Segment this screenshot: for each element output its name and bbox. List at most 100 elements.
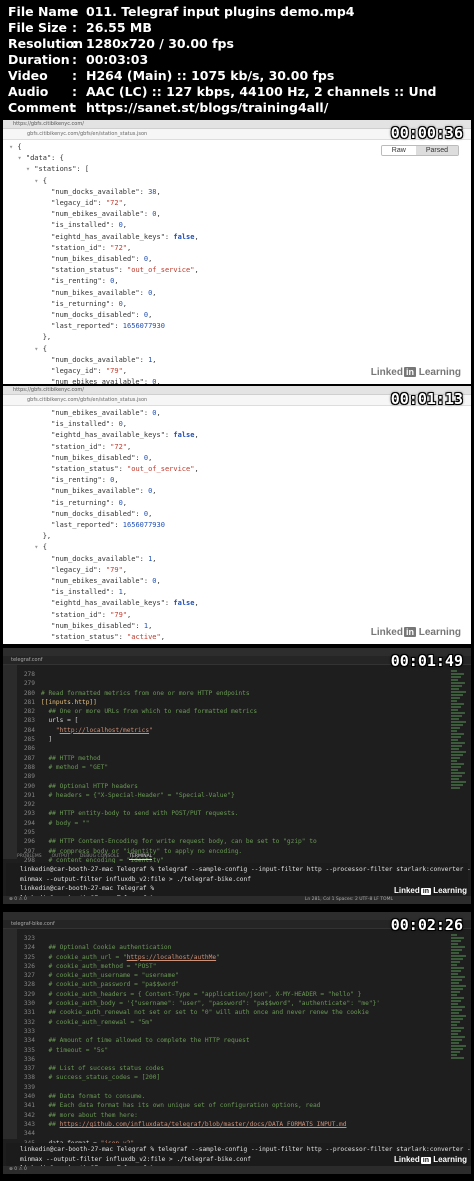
- info-separator: :: [72, 36, 77, 51]
- json-line: "last_reported": 1656077930: [9, 521, 165, 530]
- code-line: 291 # headers = {"X-Special-Header" = "S…: [17, 791, 317, 800]
- info-key: Comment: [8, 100, 76, 115]
- info-key: File Size: [8, 20, 67, 35]
- code-editor[interactable]: 323 324 ## Optional Cookie authentication…: [17, 934, 380, 1157]
- code-editor[interactable]: 278 279 280 # Read formatted metrics from o…: [17, 670, 317, 884]
- minimap-line: [451, 982, 459, 984]
- json-line: "eightd_has_available_keys": false,: [9, 431, 199, 440]
- line-number: 339: [23, 1083, 35, 1091]
- line-number: 285: [23, 736, 35, 744]
- minimap-line: [451, 736, 461, 738]
- info-row-file-size: File Size:26.55 MB: [8, 20, 466, 36]
- minimap-line: [451, 772, 465, 774]
- json-line: "num_docks_available": 1,: [9, 554, 157, 563]
- minimap-line: [451, 1030, 461, 1032]
- info-value: https://sanet.st/blogs/training4all/: [86, 100, 329, 115]
- line-number: 283: [23, 717, 35, 725]
- minimap-line: [451, 973, 458, 975]
- minimap-line: [451, 967, 464, 969]
- minimap-line: [451, 724, 463, 726]
- minimap-line: [451, 676, 461, 678]
- info-value: AAC (LC) :: 127 kbps, 44100 Hz, 2 channe…: [86, 84, 437, 99]
- json-line: "station_id": "72",: [9, 442, 132, 451]
- line-number: 340: [23, 1093, 35, 1101]
- json-line: "station_status": "out_of_service",: [9, 266, 199, 275]
- terminal-line: linkedin@car-booth-27-mac Telegraf % tel…: [20, 1146, 471, 1153]
- panel-tab-terminal[interactable]: TERMINAL: [129, 854, 153, 860]
- minimap[interactable]: [451, 934, 467, 1060]
- minimap-line: [451, 1057, 464, 1059]
- view-toggle: Raw Parsed: [380, 145, 459, 156]
- code-line: 339: [17, 1083, 380, 1092]
- linkedin-learning-watermark: Linked in Learning: [370, 367, 461, 378]
- minimap[interactable]: [451, 670, 467, 790]
- code-line: 323: [17, 934, 380, 943]
- json-line: "is_renting": 0,: [9, 277, 119, 286]
- line-number: 286: [23, 745, 35, 753]
- minimap-line: [451, 733, 464, 735]
- panel-tab-output[interactable]: OUTPUT: [52, 854, 70, 859]
- line-number: 333: [23, 1027, 35, 1035]
- json-line: "num_docks_available": 1,: [9, 355, 157, 364]
- minimap-line: [451, 775, 462, 777]
- line-number: 293: [23, 810, 35, 818]
- minimap-line: [451, 976, 465, 978]
- json-line: ▾ {: [34, 176, 47, 185]
- status-bar: ⊗ 0 ⚠ 0 Ln 281, Col 1 Spaces: 2 UTF-8 LF…: [3, 896, 471, 904]
- minimap-line: [451, 955, 466, 957]
- raw-button[interactable]: Raw: [381, 146, 416, 155]
- info-key: Audio: [8, 84, 49, 99]
- code-line: 280 # Read formatted metrics from one or …: [17, 689, 317, 698]
- line-number: 342: [23, 1111, 35, 1119]
- panel-tab-debug-console[interactable]: DEBUG CONSOLE: [80, 854, 119, 859]
- timestamp: 00:01:49: [390, 652, 463, 670]
- browser-tab-title: https://gbfs.citibikenyc.com/: [13, 387, 84, 393]
- parsed-button[interactable]: Parsed: [415, 146, 458, 155]
- line-number: 291: [23, 791, 35, 799]
- json-line: ▾ {: [34, 543, 47, 552]
- line-number: 288: [23, 763, 35, 771]
- minimap-line: [451, 991, 460, 993]
- minimap-line: [451, 697, 460, 699]
- minimap-line: [451, 682, 465, 684]
- linkedin-learning-watermark: Linked in Learning: [393, 1155, 467, 1164]
- info-separator: :: [72, 4, 77, 19]
- minimap-line: [451, 1024, 457, 1026]
- minimap-line: [451, 964, 457, 966]
- code-line: 328 # cookie_auth_password = "pa$$word": [17, 980, 380, 989]
- line-number: 338: [23, 1074, 35, 1082]
- code-line: 340 ## Data format to consume.: [17, 1092, 380, 1101]
- line-number: 279: [23, 680, 35, 688]
- minimap-line: [451, 1033, 458, 1035]
- line-number: 330: [23, 1000, 35, 1008]
- address-text: gbfs.citibikenyc.com/gbfs/en/station_sta…: [27, 131, 148, 137]
- minimap-line: [451, 946, 465, 948]
- minimap-line: [451, 994, 457, 996]
- json-line: ▾ {: [34, 344, 47, 353]
- minimap-line: [451, 700, 457, 702]
- minimap-line: [451, 778, 459, 780]
- minimap-line: [451, 1006, 465, 1008]
- editor-tab-title: telegraf.conf: [11, 657, 43, 663]
- code-line: 327 # cookie_auth_username = "username": [17, 971, 380, 980]
- line-number: 326: [23, 962, 35, 970]
- minimap-line: [451, 1036, 465, 1038]
- panel-tab-problems[interactable]: PROBLEMS: [17, 854, 42, 859]
- code-line: 287 ## HTTP method: [17, 754, 317, 763]
- json-line: "num_ebikes_available": 0,: [9, 409, 161, 417]
- code-line: 338 # success_status_codes = [200]: [17, 1073, 380, 1082]
- json-line: ▾ "stations": [: [25, 165, 90, 174]
- minimap-line: [451, 712, 465, 714]
- minimap-line: [451, 709, 458, 711]
- json-line: },: [9, 333, 52, 342]
- json-line: "num_bikes_disabled": 0,: [9, 255, 153, 264]
- line-number: 341: [23, 1102, 35, 1110]
- json-line: },: [9, 532, 52, 541]
- minimap-line: [451, 1003, 458, 1005]
- minimap-line: [451, 727, 460, 729]
- code-line: 335 # timeout = "5s": [17, 1046, 380, 1055]
- line-number: 282: [23, 708, 35, 716]
- frame-thumbnail-3: telegraf.conf 278 279 280 # Read formatted …: [3, 648, 471, 904]
- address-text: gbfs.citibikenyc.com/gbfs/en/station_sta…: [27, 397, 148, 403]
- linkedin-learning-watermark: Linked in Learning: [370, 627, 461, 638]
